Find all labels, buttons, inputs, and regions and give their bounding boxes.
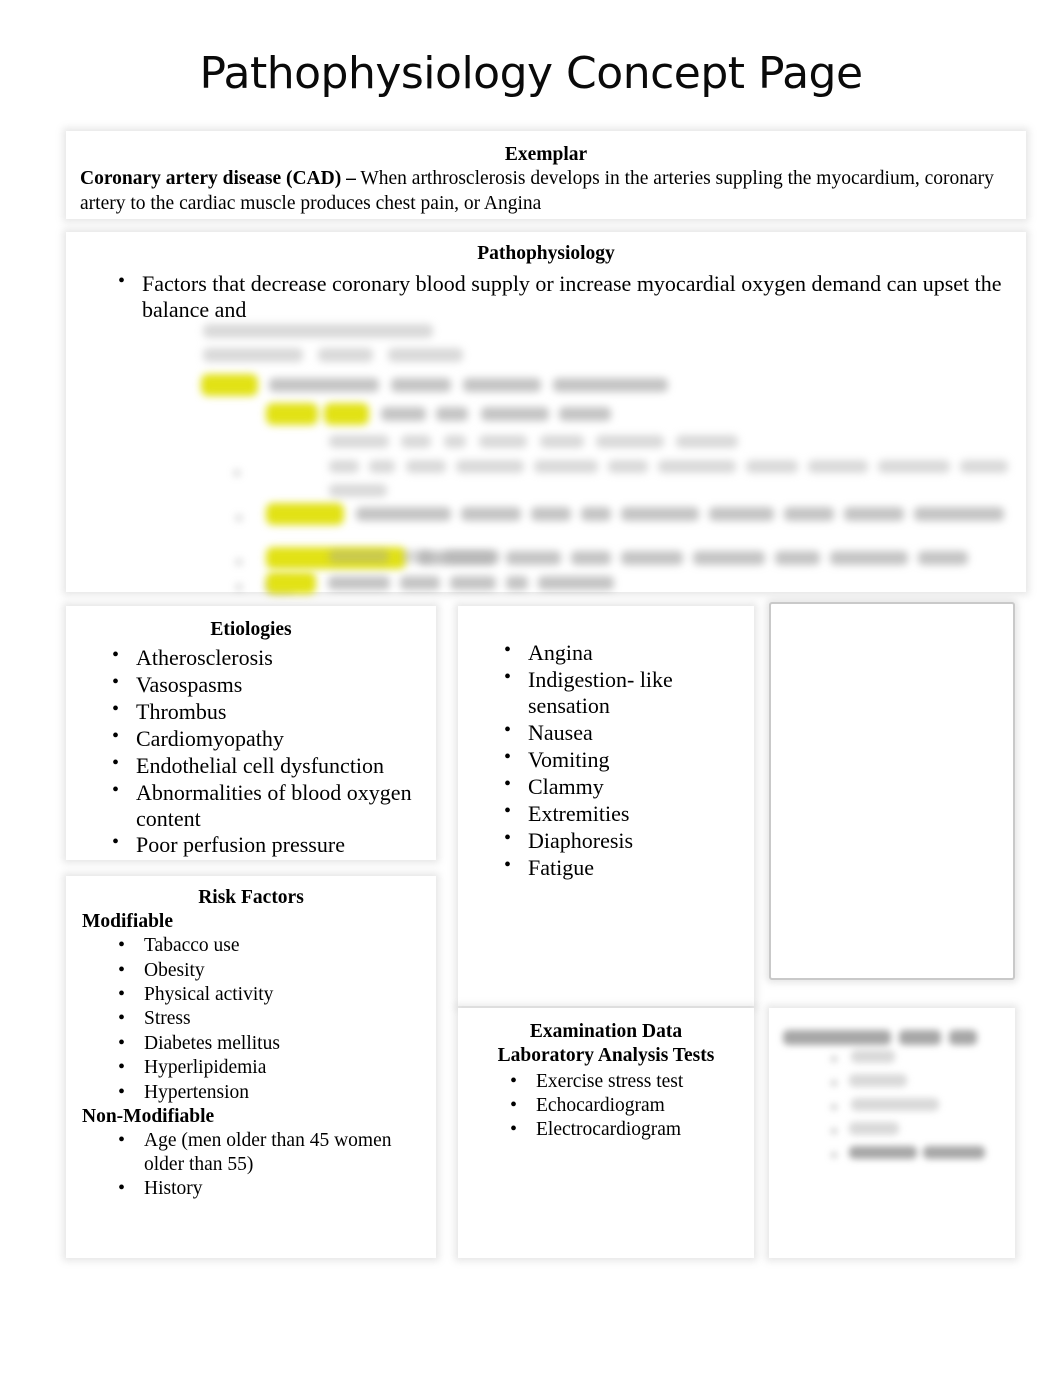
list-item: Vasospasms [74, 671, 428, 698]
list-item: Extremities [466, 800, 746, 827]
page-title: Pathophysiology Concept Page [199, 48, 863, 99]
exemplar-term: Coronary artery disease (CAD) – [80, 167, 356, 189]
list-item: Cardiomyopathy [74, 725, 428, 752]
examination-data-heading: Examination Data [529, 1021, 683, 1042]
list-item: Hyperlipidemia [74, 1055, 428, 1079]
list-item: Age (men older than 45 women older than … [74, 1128, 428, 1176]
list-item: Atherosclerosis [74, 644, 428, 671]
list-item: Nausea [466, 719, 746, 746]
risk-factors-heading: Risk Factors [198, 887, 304, 908]
risk-factors-card: Risk Factors Modifiable Tabacco use Obes… [66, 876, 436, 1258]
exemplar-heading: Exemplar [504, 144, 588, 165]
list-item: Indigestion- like sensation [466, 666, 746, 719]
pathophysiology-heading: Pathophysiology [477, 243, 615, 264]
list-item: Abnormalities of blood oxygen content [74, 779, 428, 832]
list-item: Vomiting [466, 746, 746, 773]
non-modifiable-label: Non-Modifiable [82, 1105, 215, 1127]
additional-information-redacted-block [769, 1008, 1015, 1258]
list-item: Stress [74, 1006, 428, 1030]
exemplar-definition: Coronary artery disease (CAD) – When art… [80, 167, 1012, 217]
additional-information-card [769, 1008, 1015, 1258]
list-item: Physical activity [74, 982, 428, 1006]
etiologies-card: Etiologies Atherosclerosis Vasospasms Th… [66, 606, 436, 860]
pathophysiology-card: Pathophysiology Factors that decrease co… [66, 232, 1026, 594]
list-item: Diaphoresis [466, 827, 746, 854]
list-item: Hypertension [74, 1079, 428, 1103]
list-item: Electrocardiogram [466, 1117, 746, 1141]
symptoms-list: Angina Indigestion- like sensation Nause… [466, 639, 746, 881]
list-item: Thrombus [74, 698, 428, 725]
etiologies-heading: Etiologies [210, 619, 292, 640]
non-modifiable-list: Age (men older than 45 women older than … [74, 1128, 428, 1200]
empty-notes-box[interactable] [769, 602, 1015, 980]
list-item: Endothelial cell dysfunction [74, 752, 428, 779]
list-item: Diabetes mellitus [74, 1031, 428, 1055]
list-item: Echocardiogram [466, 1093, 746, 1117]
list-item: Angina [466, 639, 746, 666]
etiologies-list: Atherosclerosis Vasospasms Thrombus Card… [74, 644, 428, 859]
exemplar-card: Exemplar Coronary artery disease (CAD) –… [66, 131, 1026, 219]
modifiable-label: Modifiable [82, 910, 173, 932]
symptoms-card: Angina Indigestion- like sensation Nause… [458, 606, 754, 1006]
examination-data-card: Examination Data Laboratory Analysis Tes… [458, 1008, 754, 1258]
list-item: Clammy [466, 773, 746, 800]
laboratory-analysis-subheading: Laboratory Analysis Tests [497, 1044, 715, 1066]
list-item: Poor perfusion pressure [74, 831, 428, 858]
modifiable-list: Tabacco use Obesity Physical activity St… [74, 933, 428, 1104]
list-item: History [74, 1176, 428, 1200]
list-item: Exercise stress test [466, 1069, 746, 1093]
list-item: Obesity [74, 958, 428, 982]
pathophysiology-bullet-1: Factors that decrease coronary blood sup… [80, 270, 1012, 323]
list-item: Fatigue [466, 854, 746, 881]
list-item: Tabacco use [74, 933, 428, 957]
examination-data-list: Exercise stress test Echocardiogram Elec… [466, 1069, 746, 1142]
pathophysiology-list: Factors that decrease coronary blood sup… [80, 270, 1012, 323]
